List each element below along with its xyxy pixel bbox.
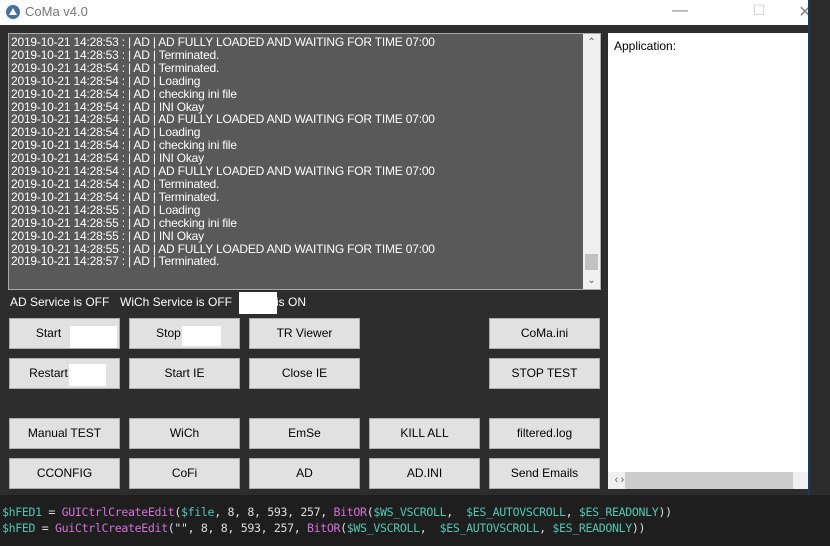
tr-viewer-button[interactable]: TR Viewer — [249, 318, 360, 349]
title-bar: CoMa v4.0 — ☐ ✕ — [0, 0, 812, 25]
code-token: , 8, 8, 593, 257, — [187, 521, 307, 535]
start-button[interactable]: Start — [9, 318, 120, 349]
code-token: , — [539, 521, 553, 535]
log-lines: 2019-10-21 14:28:53 : | AD | AD FULLY LO… — [11, 36, 600, 268]
stop-label: Stop — [156, 326, 181, 340]
code-token: = — [41, 505, 62, 519]
code-token: $WS_VSCROLL — [346, 521, 420, 535]
log-line: 2019-10-21 14:28:54 : | AD | checking in… — [11, 86, 237, 101]
code-token: , — [419, 521, 440, 535]
manual-test-button[interactable]: Manual TEST — [9, 418, 120, 449]
redaction — [182, 326, 221, 346]
minimize-icon[interactable]: — — [665, 2, 695, 20]
redaction — [70, 326, 117, 348]
log-line: 2019-10-21 14:28:55 : | AD | INI Okay — [11, 228, 204, 243]
wich-service-status: WiCh Service is OFF — [120, 295, 233, 309]
code-token: , — [565, 505, 579, 519]
restart-label: Restart — [29, 366, 68, 380]
log-line: 2019-10-21 14:28:55 : | AD | Loading — [11, 202, 201, 217]
application-panel[interactable]: Application: ‹ › — [608, 33, 820, 489]
code-token: $hFED — [2, 521, 36, 535]
close-ie-button[interactable]: Close IE — [249, 358, 360, 389]
log-output[interactable]: 2019-10-21 14:28:53 : | AD | AD FULLY LO… — [8, 33, 601, 290]
code-token: BitOR — [307, 521, 341, 535]
restart-button[interactable]: Restart — [9, 358, 120, 389]
log-line: 2019-10-21 14:28:53 : | AD | AD FULLY LO… — [11, 35, 435, 49]
code-token: $WS_VSCROLL — [373, 505, 447, 519]
maximize-icon[interactable]: ☐ — [744, 2, 774, 19]
scroll-down-icon[interactable]: ⌄ — [583, 272, 600, 289]
scroll-thumb[interactable] — [625, 472, 793, 489]
log-line: 2019-10-21 14:28:54 : | AD | Loading — [11, 73, 201, 88]
log-line: 2019-10-21 14:28:57 : | AD | Terminated. — [11, 254, 220, 269]
cofi-button[interactable]: CoFi — [129, 458, 240, 489]
code-token: GuiCtrlCreateEdit — [55, 521, 168, 535]
window-title: CoMa v4.0 — [25, 4, 88, 19]
wich-button[interactable]: WiCh — [129, 418, 240, 449]
code-token: GUICtrlCreateEdit — [61, 505, 175, 519]
ad-service-status: AD Service is OFF — [10, 295, 110, 309]
ad-button[interactable]: AD — [249, 458, 360, 489]
code-token: $ES_AUTOVSCROLL — [466, 505, 566, 519]
app-logo-icon — [6, 5, 20, 19]
coma-window: CoMa v4.0 — ☐ ✕ 2019-10-21 14:28:53 : | … — [0, 0, 820, 495]
log-line: 2019-10-21 14:28:55 : | AD | checking in… — [11, 215, 237, 230]
log-line: 2019-10-21 14:28:54 : | AD | Terminated. — [11, 60, 220, 75]
third-service-status: is ON — [276, 295, 306, 309]
code-token: , — [446, 505, 467, 519]
cconfig-button[interactable]: CCONFIG — [9, 458, 120, 489]
filtered-log-button[interactable]: filtered.log — [489, 418, 600, 449]
redaction — [239, 292, 277, 314]
scroll-thumb[interactable] — [585, 254, 598, 270]
code-token: = — [35, 521, 56, 535]
scroll-right-icon[interactable]: › — [614, 472, 631, 489]
app-horizontal-scrollbar[interactable]: ‹ › — [608, 472, 820, 489]
code-token: ("" — [167, 521, 188, 535]
code-token: $file — [181, 505, 215, 519]
emse-button[interactable]: EmSe — [249, 418, 360, 449]
code-token: )) — [631, 521, 646, 535]
stop-button[interactable]: Stop — [129, 318, 240, 349]
redaction — [69, 364, 106, 386]
log-vertical-scrollbar[interactable]: ⌃ ⌄ — [583, 34, 600, 289]
code-line-2: $hFED = GuiCtrlCreateEdit("", 8, 8, 593,… — [2, 521, 646, 535]
application-label: Application: — [614, 39, 677, 53]
scroll-up-icon[interactable]: ⌃ — [583, 34, 600, 51]
code-token: $hFED1 — [2, 505, 42, 519]
log-line: 2019-10-21 14:28:53 : | AD | Terminated. — [11, 47, 220, 62]
log-line: 2019-10-21 14:28:54 : | AD | Terminated. — [11, 176, 220, 191]
code-token: BitOR — [333, 505, 368, 519]
code-token: $ES_AUTOVSCROLL — [439, 521, 540, 535]
start-ie-button[interactable]: Start IE — [129, 358, 240, 389]
code-token: )) — [658, 505, 672, 519]
send-emails-button[interactable]: Send Emails — [489, 458, 600, 489]
background-window-edge — [808, 0, 830, 495]
ad-ini-button[interactable]: AD.INI — [369, 458, 480, 489]
code-token: , 8, 8, 593, 257, — [214, 505, 334, 519]
code-token: $ES_READONLY — [552, 521, 632, 535]
start-label: Start — [35, 326, 62, 340]
code-line-1: $hFED1 = GUICtrlCreateEdit($file, 8, 8, … — [2, 505, 672, 519]
kill-all-button[interactable]: KILL ALL — [369, 418, 480, 449]
code-token: ( — [340, 521, 347, 535]
code-token: $ES_READONLY — [578, 505, 659, 519]
log-line: 2019-10-21 14:28:54 : | AD | Terminated. — [11, 189, 220, 204]
stop-test-button[interactable]: STOP TEST — [489, 358, 600, 389]
coma-ini-button[interactable]: CoMa.ini — [489, 318, 600, 349]
